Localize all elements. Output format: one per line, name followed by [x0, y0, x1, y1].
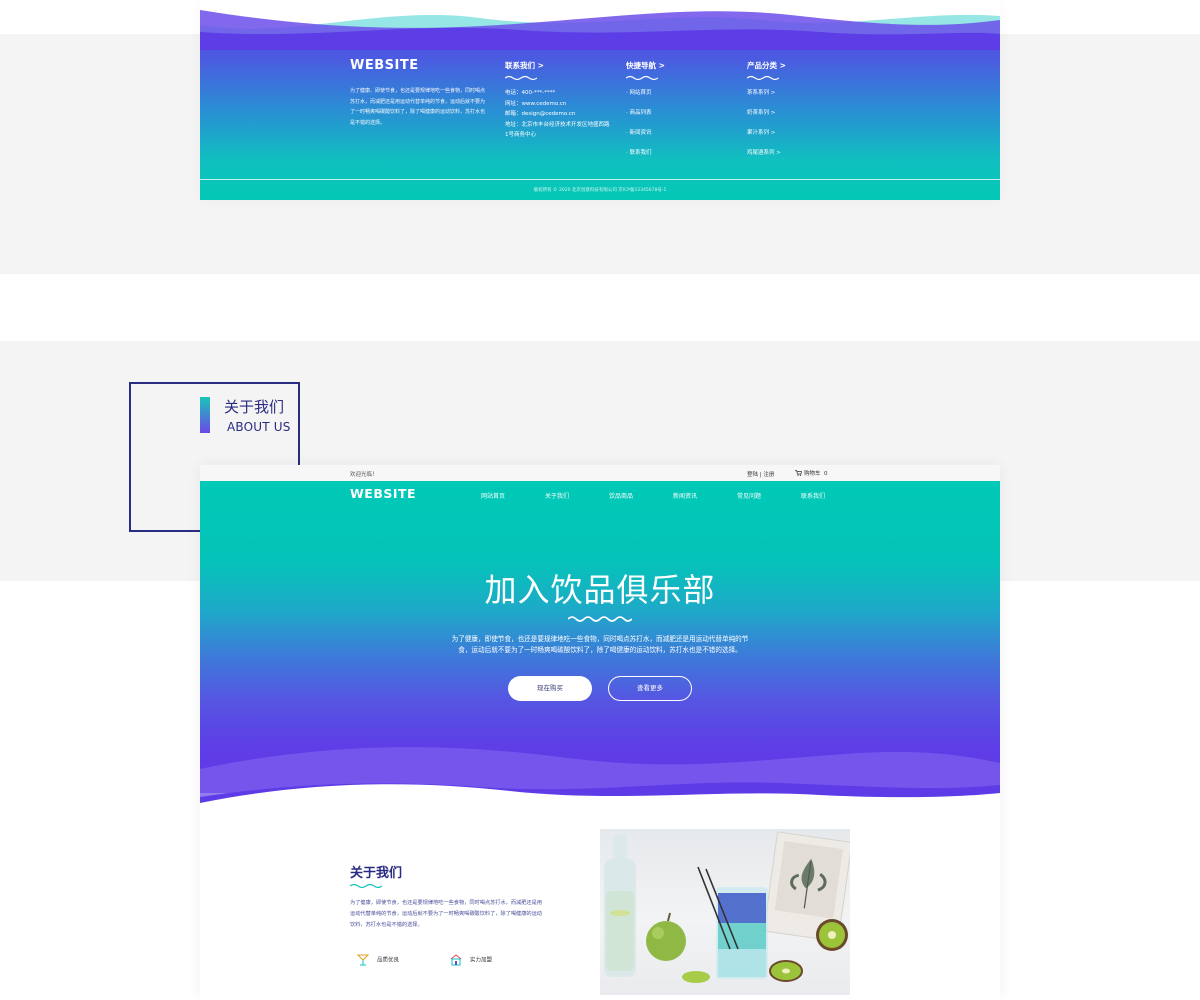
homepage-mockup: 欢迎光临！ 登陆 | 注册 购物车 0 WEBSITE 网站首页 关于我们 饮品… [200, 465, 1000, 1000]
footer-contact-column: 联系我们 > 电话：400-***-**** 网址：www.cedemo.cn … [505, 60, 610, 141]
cart-link[interactable]: 购物车 0 [795, 469, 828, 477]
welcome-text: 欢迎光临！ [350, 472, 378, 478]
feature-franchise-label: 实力加盟 [470, 957, 493, 964]
footer-copyright: 版权所有 © 2020 北京创意科技有限公司 京ICP备12345678号-1 [533, 188, 667, 193]
section-label-subtitle: ABOUT US [227, 420, 291, 434]
hero-banner: WEBSITE 网站首页 关于我们 饮品商品 新闻资讯 常见问题 联系我们 加入… [200, 481, 1000, 809]
footer-divider [200, 179, 1000, 180]
footer-logo[interactable]: WEBSITE [350, 58, 419, 73]
footer-quicknav-item[interactable]: · 网站首页 [626, 88, 665, 108]
nav-item-about[interactable]: 关于我们 [545, 491, 569, 500]
footer-top-wave [200, 0, 1000, 50]
hero-title: 加入饮品俱乐部 [484, 571, 716, 609]
section-label-accent-bar [200, 397, 210, 433]
footer-mockup: WEBSITE 为了健康、即使节食，也还是要规律地吃一些食物，同时喝点苏打水，而… [200, 0, 1000, 200]
cart-icon [795, 470, 802, 476]
view-more-button[interactable]: 查看更多 [608, 676, 692, 701]
wave-divider-icon [626, 75, 658, 81]
footer-quicknav-item[interactable]: · 新闻资讯 [626, 128, 665, 148]
about-text: 为了健康，即使节食，也还是要规律地吃一些食物，同时喝点苏打水，而减肥还是用运动代… [350, 900, 542, 928]
cart-label: 购物车 [804, 471, 821, 477]
footer-category-item[interactable]: 奶茶系列 > [747, 108, 786, 128]
drink-photo [600, 829, 850, 995]
section-label-title: 关于我们 [224, 398, 285, 416]
footer-quicknav-item[interactable]: · 联系我们 [626, 148, 665, 168]
wave-divider-icon [350, 883, 382, 889]
footer-contact-heading[interactable]: 联系我们 > [505, 60, 610, 71]
nav-item-home[interactable]: 网站首页 [481, 491, 505, 500]
feature-quality-label: 品质优良 [377, 957, 400, 964]
feature-quality: 品质优良 [357, 954, 399, 966]
buy-now-button[interactable]: 现在购买 [508, 676, 592, 701]
wave-divider-icon [505, 75, 537, 81]
footer-category-column: 产品分类 > 茶系系列 > 奶茶系列 > 果汁系列 > 鸡尾酒系列 > [747, 60, 786, 168]
footer-address: 地址：北京市丰台经济技术开发区地盛西路1号商务中心 [505, 121, 610, 139]
wave-divider-icon [568, 616, 632, 622]
nav-item-contact[interactable]: 联系我们 [801, 491, 825, 500]
footer-quicknav-heading[interactable]: 快捷导航 > [626, 60, 665, 71]
cocktail-glass-icon [357, 954, 369, 966]
footer-web[interactable]: 网址：www.cedemo.cn [505, 99, 610, 110]
footer-category-item[interactable]: 鸡尾酒系列 > [747, 148, 786, 168]
footer-phone: 电话：400-***-**** [505, 90, 556, 96]
footer-description: 为了健康、即使节食，也还是要规律地吃一些食物，同时喝点苏打水，而减肥还是用运动代… [350, 88, 486, 126]
nav-item-news[interactable]: 新闻资讯 [673, 491, 697, 500]
about-title: 关于我们 [350, 866, 403, 881]
login-register-link[interactable]: 登陆 | 注册 [747, 470, 774, 478]
hero-bottom-wave [200, 747, 1000, 809]
drink-photo-illustration [604, 831, 850, 983]
footer-quicknav-column: 快捷导航 > · 网站首页 · 商品列表 · 新闻资讯 · 联系我们 [626, 60, 665, 168]
footer-quicknav-item[interactable]: · 商品列表 [626, 108, 665, 128]
hero-description: 为了健康，即使节食，也还是要规律地吃一些食物，同时喝点苏打水，而减肥还是用运动代… [451, 635, 749, 654]
wave-divider-icon [747, 75, 779, 81]
footer-email[interactable]: 邮箱：design@cedemo.cn [505, 109, 610, 120]
footer-category-item[interactable]: 茶系系列 > [747, 88, 786, 108]
footer-category-heading[interactable]: 产品分类 > [747, 60, 786, 71]
top-bar: 欢迎光临！ 登陆 | 注册 购物车 0 [200, 465, 1000, 481]
nav-item-faq[interactable]: 常见问题 [737, 491, 761, 500]
store-icon [450, 954, 462, 966]
footer-category-item[interactable]: 果汁系列 > [747, 128, 786, 148]
site-logo[interactable]: WEBSITE [350, 486, 416, 501]
cart-count: 0 [824, 471, 828, 477]
nav-item-products[interactable]: 饮品商品 [609, 491, 633, 500]
feature-franchise: 实力加盟 [450, 954, 492, 966]
